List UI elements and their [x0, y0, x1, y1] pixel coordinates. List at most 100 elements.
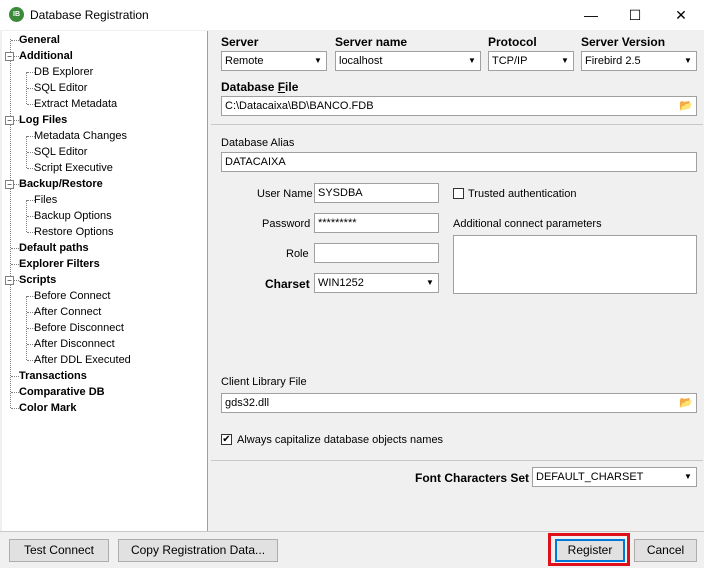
- tree-item[interactable]: Script Executive: [34, 160, 113, 176]
- tree-category[interactable]: Color Mark: [19, 400, 76, 416]
- font-charset-label: Font Characters Set: [415, 471, 530, 485]
- tree-line: [11, 392, 19, 393]
- tree-item[interactable]: After Connect: [34, 304, 101, 320]
- tree-line: [27, 344, 35, 345]
- options-tree[interactable]: General Additional − DB Explorer SQL Editor E…: [2, 31, 208, 531]
- role-input[interactable]: [314, 243, 439, 263]
- tree-category[interactable]: Log Files: [19, 112, 67, 128]
- tree-item[interactable]: Metadata Changes: [34, 128, 127, 144]
- collapse-icon[interactable]: −: [5, 52, 14, 61]
- tree-line: [11, 376, 19, 377]
- register-button[interactable]: Register: [555, 539, 625, 562]
- trusted-auth-label: Trusted authentication: [468, 188, 577, 200]
- database-alias-label: Database Alias: [221, 137, 295, 149]
- font-charset-combo[interactable]: DEFAULT_CHARSET ▼: [532, 467, 697, 487]
- protocol-combo[interactable]: TCP/IP ▼: [488, 51, 574, 71]
- chevron-down-icon[interactable]: ▼: [422, 274, 438, 292]
- server-combo[interactable]: Remote ▼: [221, 51, 327, 71]
- client-library-label: Client Library File: [221, 376, 307, 388]
- tree-line: [27, 168, 35, 169]
- collapse-icon[interactable]: −: [5, 116, 14, 125]
- tree-item[interactable]: DB Explorer: [34, 64, 93, 80]
- tree-item[interactable]: Before Disconnect: [34, 320, 124, 336]
- tree-line: [27, 328, 35, 329]
- test-connect-button[interactable]: Test Connect: [9, 539, 109, 562]
- database-alias-input[interactable]: DATACAIXA: [221, 152, 697, 172]
- database-file-input[interactable]: C:\Datacaixa\BD\BANCO.FDB 📂: [221, 96, 697, 116]
- tree-category[interactable]: General: [19, 32, 60, 48]
- tree-line: [11, 248, 19, 249]
- chevron-down-icon[interactable]: ▼: [557, 52, 573, 70]
- charset-value: WIN1252: [318, 277, 364, 289]
- tree-item[interactable]: Backup Options: [34, 208, 112, 224]
- additional-params-input[interactable]: [453, 235, 697, 294]
- close-icon[interactable]: ✕: [658, 0, 704, 30]
- tree-item[interactable]: Before Connect: [34, 288, 110, 304]
- chevron-down-icon[interactable]: ▼: [464, 52, 480, 70]
- capitalize-checkbox[interactable]: ✔: [221, 434, 232, 445]
- tree-item[interactable]: Files: [34, 192, 57, 208]
- server-name-combo[interactable]: localhost ▼: [335, 51, 481, 71]
- password-value: *********: [318, 217, 357, 229]
- tree-category[interactable]: Transactions: [19, 368, 87, 384]
- tree-item[interactable]: After DDL Executed: [34, 352, 131, 368]
- collapse-icon[interactable]: −: [5, 180, 14, 189]
- check-icon: ✔: [222, 434, 231, 445]
- server-version-label: Server Version: [581, 35, 666, 49]
- divider: [211, 124, 703, 125]
- tree-line: [27, 296, 35, 297]
- tree-item[interactable]: SQL Editor: [34, 80, 87, 96]
- minimize-icon[interactable]: —: [568, 0, 614, 30]
- tree-line: [27, 88, 35, 89]
- tree-category[interactable]: Explorer Filters: [19, 256, 100, 272]
- password-input[interactable]: *********: [314, 213, 439, 233]
- folder-open-icon[interactable]: 📂: [677, 395, 695, 411]
- maximize-icon[interactable]: ☐: [612, 0, 658, 30]
- server-name-value: localhost: [339, 55, 383, 67]
- tree-line: [27, 72, 35, 73]
- tree-category[interactable]: Scripts: [19, 272, 56, 288]
- role-label: Role: [286, 248, 309, 260]
- database-file-value: C:\Datacaixa\BD\BANCO.FDB: [225, 100, 374, 112]
- window-title: Database Registration: [30, 8, 149, 22]
- password-label: Password: [262, 218, 311, 230]
- chevron-down-icon[interactable]: ▼: [680, 468, 696, 486]
- charset-label: Charset: [265, 277, 310, 291]
- tree-line: [27, 200, 35, 201]
- tree-item[interactable]: After Disconnect: [34, 336, 115, 352]
- collapse-icon[interactable]: −: [5, 276, 14, 285]
- tree-category[interactable]: Default paths: [19, 240, 89, 256]
- user-name-label: User Name: [257, 188, 313, 200]
- capitalize-label: Always capitalize database objects names: [237, 434, 444, 446]
- chevron-down-icon[interactable]: ▼: [310, 52, 326, 70]
- tree-category[interactable]: Comparative DB: [19, 384, 105, 400]
- chevron-down-icon[interactable]: ▼: [680, 52, 696, 70]
- server-name-label: Server name: [335, 35, 408, 49]
- user-name-input[interactable]: SYSDBA: [314, 183, 439, 203]
- divider: [211, 460, 703, 461]
- tree-item[interactable]: SQL Editor: [34, 144, 87, 160]
- tree-item[interactable]: Extract Metadata: [34, 96, 117, 112]
- client-library-value: gds32.dll: [225, 397, 270, 409]
- cancel-button[interactable]: Cancel: [634, 539, 697, 562]
- tree-category[interactable]: Additional: [19, 48, 73, 64]
- server-version-value: Firebird 2.5: [585, 55, 641, 67]
- tree-line: [27, 312, 35, 313]
- server-version-combo[interactable]: Firebird 2.5 ▼: [581, 51, 697, 71]
- tree-line: [27, 216, 35, 217]
- charset-combo[interactable]: WIN1252 ▼: [314, 273, 439, 293]
- server-value: Remote: [225, 55, 264, 67]
- tree-category[interactable]: Backup/Restore: [19, 176, 103, 192]
- tree-line: [11, 264, 19, 265]
- trusted-auth-checkbox[interactable]: [453, 188, 464, 199]
- folder-open-icon[interactable]: 📂: [677, 98, 695, 114]
- tree-item[interactable]: Restore Options: [34, 224, 113, 240]
- copy-registration-button[interactable]: Copy Registration Data...: [118, 539, 278, 562]
- protocol-value: TCP/IP: [492, 55, 528, 67]
- tree-line: [27, 104, 35, 105]
- tree-line: [27, 360, 35, 361]
- title-bar: IB Database Registration — ☐ ✕: [0, 0, 704, 30]
- server-label: Server: [221, 35, 259, 49]
- client-library-input[interactable]: gds32.dll 📂: [221, 393, 697, 413]
- footer-divider: [0, 531, 704, 532]
